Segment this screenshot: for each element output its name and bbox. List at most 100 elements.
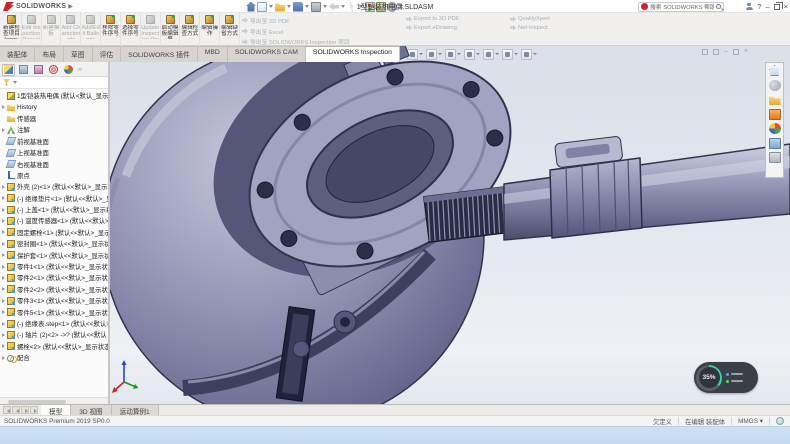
quick-access-icon[interactable] bbox=[376, 2, 386, 12]
commandmanager-tab[interactable]: 布局 bbox=[35, 46, 64, 62]
document-tab[interactable]: 3D 视图 bbox=[71, 405, 111, 415]
headsup-icon[interactable] bbox=[483, 49, 494, 60]
task-pane-tab-icon[interactable] bbox=[769, 80, 781, 91]
tab-scroll-last-icon[interactable] bbox=[30, 406, 38, 414]
tree-horizontal-scrollbar[interactable] bbox=[0, 397, 108, 404]
tree-item[interactable]: 零件1<1> (默认<<默认>_显示状态 bbox=[0, 261, 108, 272]
panel-tabs-overflow[interactable]: ›› bbox=[78, 67, 82, 73]
expand-arrow-icon[interactable] bbox=[2, 242, 5, 246]
tree-item[interactable]: 螺栓<2> (默认<<默认>_显示状态 bbox=[0, 341, 108, 352]
tree-item[interactable]: 传感器 bbox=[0, 113, 108, 124]
task-pane-tab-icon[interactable] bbox=[769, 138, 781, 149]
scrollbar-thumb[interactable] bbox=[8, 400, 66, 404]
ribbon-button[interactable]: Edit Inspection Project bbox=[22, 13, 42, 46]
chevron-down-icon[interactable] bbox=[341, 5, 345, 8]
expand-arrow-icon[interactable] bbox=[2, 230, 5, 234]
headsup-icon[interactable] bbox=[445, 49, 456, 60]
tree-item[interactable]: 配合 bbox=[0, 352, 108, 363]
expand-arrow-icon[interactable] bbox=[2, 322, 5, 326]
expand-arrow-icon[interactable] bbox=[2, 287, 5, 291]
expand-arrow-icon[interactable] bbox=[2, 196, 5, 200]
expand-arrow-icon[interactable] bbox=[2, 265, 5, 269]
tree-item[interactable]: (-) 上盖<1> (默认<<默认>_显示状 bbox=[0, 204, 108, 215]
tree-item[interactable]: 零件3<1> (默认<<默认>_显示状态 bbox=[0, 295, 108, 306]
ribbon-button[interactable]: Add/Edit Balloons bbox=[81, 13, 101, 46]
quick-access-icon[interactable] bbox=[347, 2, 357, 12]
close-button[interactable]: × bbox=[784, 3, 788, 11]
restore-button[interactable] bbox=[774, 4, 780, 10]
expand-arrow-icon[interactable] bbox=[2, 356, 5, 360]
chevron-down-icon[interactable] bbox=[438, 53, 442, 55]
expand-arrow-icon[interactable] bbox=[2, 253, 5, 257]
tree-item[interactable]: 固定螺栓<1> (默认<<默认>_显示状 bbox=[0, 227, 108, 238]
headsup-icon[interactable] bbox=[521, 49, 532, 60]
chevron-down-icon[interactable] bbox=[457, 53, 461, 55]
ribbon-button[interactable]: 编辑检查方式 bbox=[180, 13, 200, 46]
commandmanager-tab[interactable]: MBD bbox=[198, 46, 228, 62]
commandmanager-tab[interactable]: SOLIDWORKS 插件 bbox=[121, 46, 198, 62]
commandmanager-tab[interactable]: 装配体 bbox=[0, 46, 35, 62]
quick-access-icon[interactable] bbox=[275, 2, 285, 12]
tree-item[interactable]: (-) 绝缘表.step<1> (默认<<默认> bbox=[0, 318, 108, 329]
commandmanager-tab[interactable]: SOLIDWORKS Inspection bbox=[306, 46, 400, 62]
expand-arrow-icon[interactable] bbox=[2, 276, 5, 280]
task-pane-tab-icon[interactable] bbox=[769, 152, 781, 163]
expand-arrow-icon[interactable] bbox=[2, 344, 5, 348]
expand-arrow-icon[interactable] bbox=[2, 219, 5, 223]
doc-minimize-icon[interactable]: – bbox=[724, 48, 728, 55]
tree-item[interactable]: 零件5<1> (默认<<默认>_显示状态 bbox=[0, 306, 108, 317]
headsup-icon[interactable] bbox=[464, 49, 475, 60]
chevron-down-icon[interactable] bbox=[419, 53, 423, 55]
ribbon-button[interactable]: 编辑缺省方式 bbox=[220, 13, 240, 46]
commandmanager-tab[interactable]: 草图 bbox=[64, 46, 93, 62]
ribbon-button[interactable]: 启动模板编辑器 bbox=[161, 13, 181, 46]
user-account-icon[interactable] bbox=[745, 3, 753, 11]
menu-flyout-icon[interactable]: ▶ bbox=[68, 3, 73, 10]
tree-item[interactable]: 前视基准面 bbox=[0, 136, 108, 147]
panel-tab[interactable] bbox=[32, 64, 45, 76]
search-icon[interactable] bbox=[716, 4, 721, 9]
tree-filter[interactable] bbox=[0, 77, 108, 89]
expand-arrow-icon[interactable] bbox=[2, 128, 5, 132]
chevron-down-icon[interactable] bbox=[399, 5, 403, 8]
doc-maximize-icon[interactable] bbox=[733, 49, 739, 55]
globe-icon[interactable] bbox=[776, 417, 784, 425]
chevron-down-icon[interactable] bbox=[514, 53, 518, 55]
document-tab[interactable]: 运动算例1 bbox=[112, 405, 159, 415]
chevron-down-icon[interactable] bbox=[269, 5, 273, 8]
quick-access-icon[interactable] bbox=[387, 2, 397, 12]
help-button[interactable]: ? bbox=[757, 3, 761, 11]
chevron-down-icon[interactable] bbox=[359, 5, 363, 8]
ribbon-button[interactable]: 新建模板 bbox=[42, 13, 62, 46]
tree-item[interactable]: 上视基准面 bbox=[0, 147, 108, 158]
chevron-down-icon[interactable] bbox=[533, 53, 537, 55]
tree-item[interactable]: 原点 bbox=[0, 170, 108, 181]
expand-arrow-icon[interactable] bbox=[2, 185, 5, 189]
tree-item[interactable]: 右视基准面 bbox=[0, 158, 108, 169]
expand-arrow-icon[interactable] bbox=[2, 299, 5, 303]
chevron-down-icon[interactable] bbox=[495, 53, 499, 55]
tree-item[interactable]: 保护套<1> (默认<<默认>_显示状态 bbox=[0, 249, 108, 260]
tree-item[interactable]: (-) 轴片 (2)<2> ->? (默认<<默认 bbox=[0, 329, 108, 340]
chevron-down-icon[interactable] bbox=[476, 53, 480, 55]
expand-arrow-icon[interactable] bbox=[2, 208, 5, 212]
tab-scroll-left-icon[interactable] bbox=[12, 406, 20, 414]
expand-arrow-icon[interactable] bbox=[2, 105, 5, 109]
tree-item[interactable]: 注解 bbox=[0, 124, 108, 135]
panel-tab[interactable] bbox=[47, 64, 60, 76]
minimize-button[interactable]: – bbox=[765, 3, 769, 11]
task-pane-tab-icon[interactable] bbox=[769, 94, 781, 105]
task-pane-tab-icon[interactable] bbox=[769, 109, 781, 120]
ribbon-button[interactable]: 移除零件序号 bbox=[101, 13, 121, 46]
expand-arrow-icon[interactable] bbox=[2, 310, 5, 314]
doc-close-icon[interactable]: × bbox=[744, 48, 748, 55]
expand-arrow-icon[interactable] bbox=[2, 333, 5, 337]
commandmanager-tab[interactable]: 评估 bbox=[93, 46, 122, 62]
quick-access-icon[interactable] bbox=[329, 2, 339, 12]
headsup-icon[interactable] bbox=[426, 49, 437, 60]
tab-scroll-right-icon[interactable] bbox=[21, 406, 29, 414]
commandmanager-tab[interactable]: SOLIDWORKS CAM bbox=[228, 46, 306, 62]
headsup-icon[interactable] bbox=[407, 49, 418, 60]
ribbon-button[interactable]: Add Characteristic bbox=[61, 13, 81, 46]
quick-access-icon[interactable] bbox=[257, 2, 267, 12]
